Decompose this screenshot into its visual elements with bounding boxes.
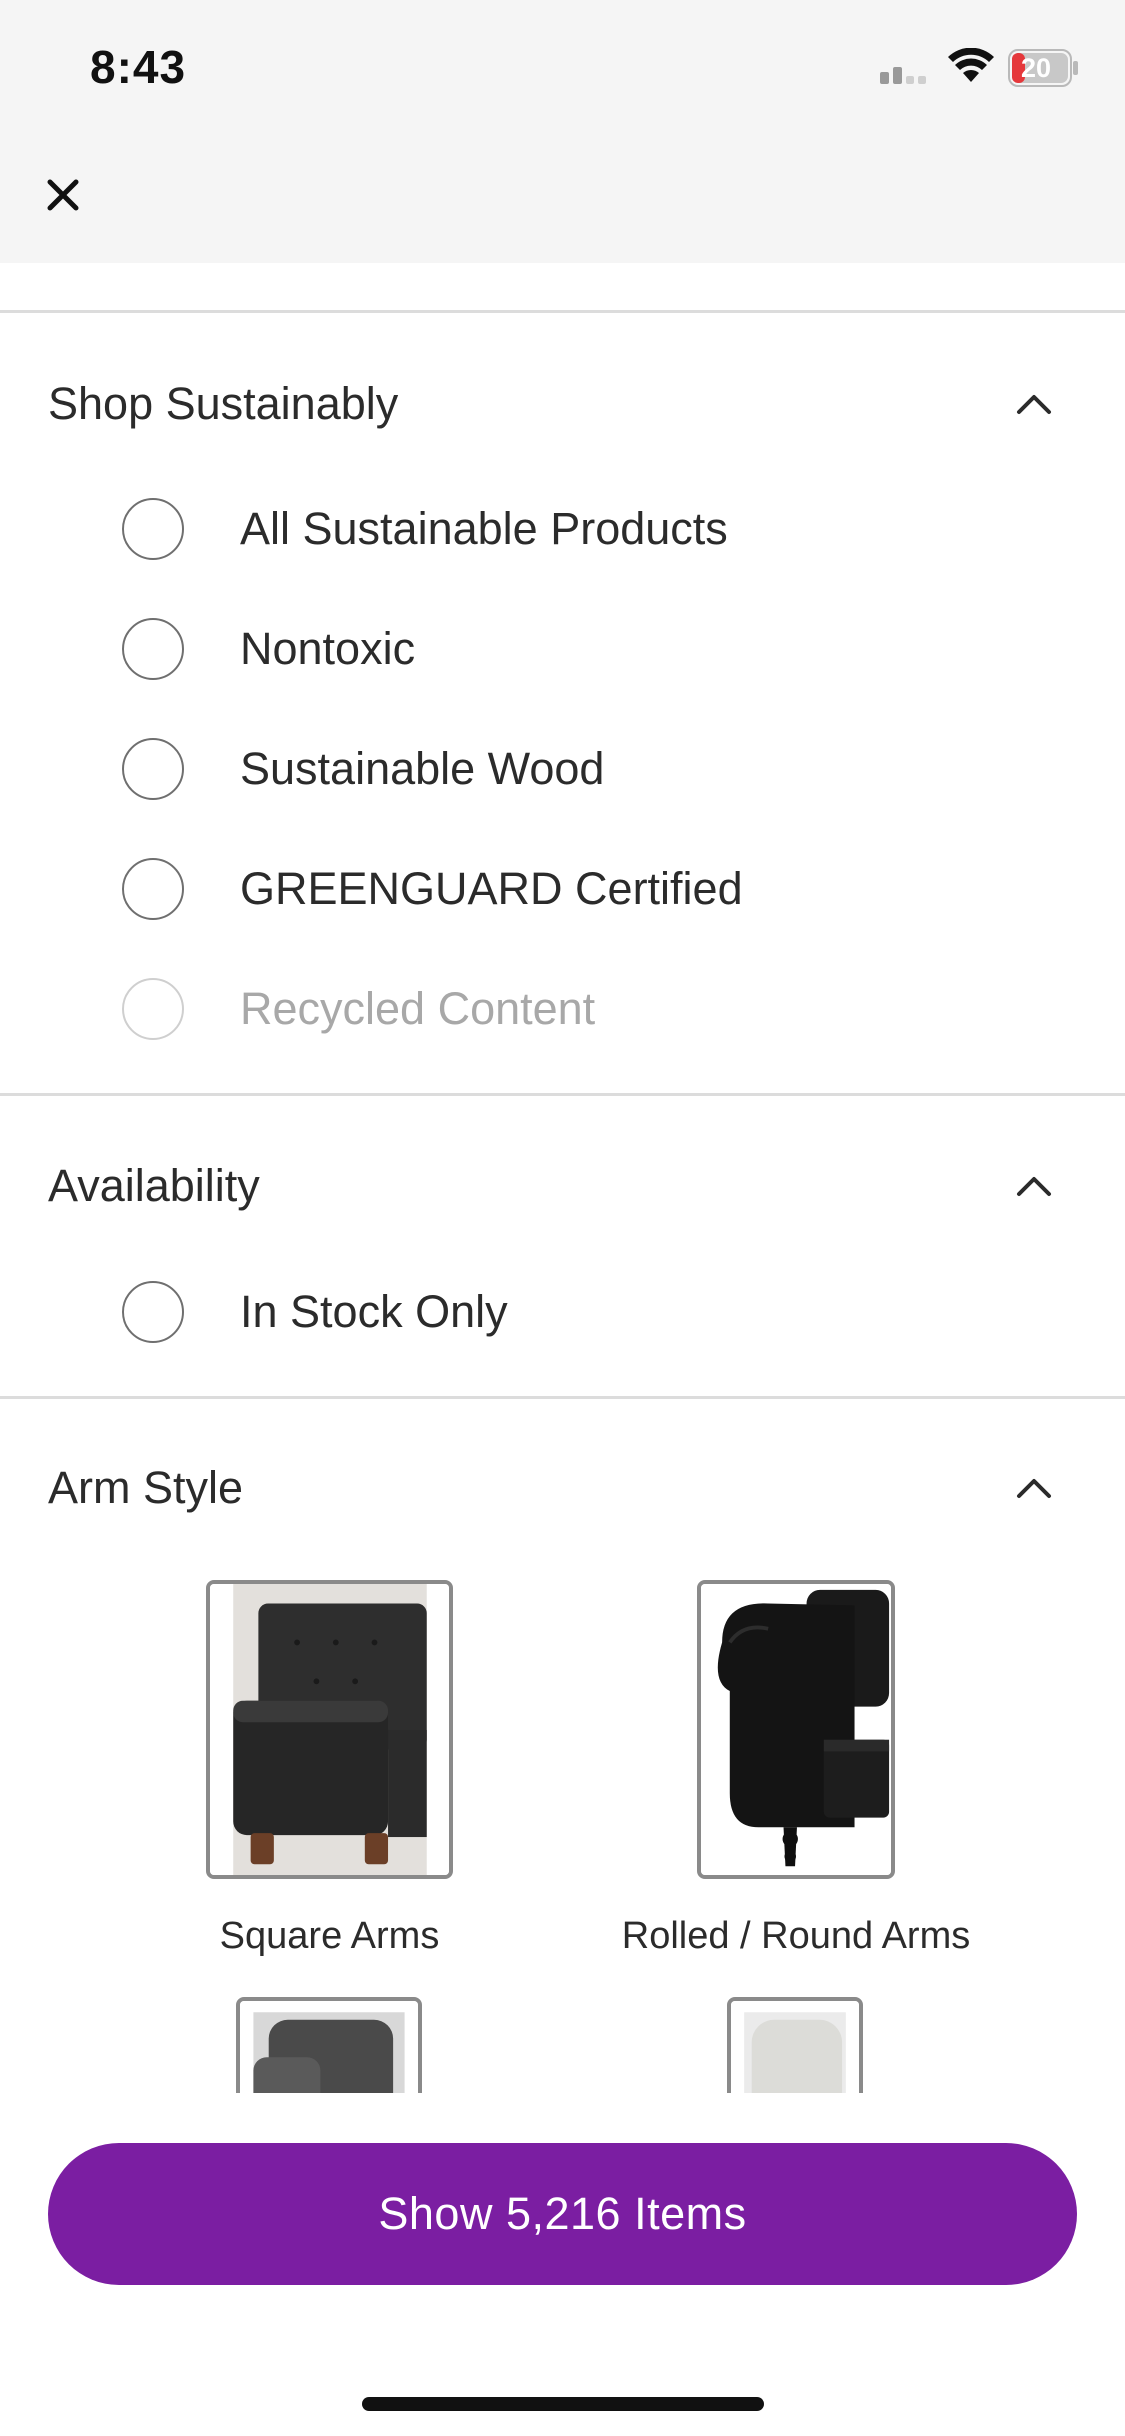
close-icon xyxy=(47,179,79,211)
tile-label-rolled-round-arms: Rolled / Round Arms xyxy=(621,1915,971,1957)
option-label: In Stock Only xyxy=(240,1286,508,1337)
radio-button[interactable] xyxy=(122,498,184,560)
tile-label-square-arms: Square Arms xyxy=(219,1915,440,1957)
close-button[interactable] xyxy=(38,170,88,220)
radio-button[interactable] xyxy=(122,738,184,800)
filter-option-in-stock-only[interactable]: In Stock Only xyxy=(122,1278,1022,1350)
filter-option-greenguard-certified[interactable]: GREENGUARD Certified xyxy=(122,855,1022,927)
cellular-signal-icon xyxy=(880,67,926,84)
home-indicator[interactable] xyxy=(362,2397,764,2411)
wifi-icon xyxy=(948,48,994,82)
arm-style-tile-square-arms[interactable] xyxy=(206,1580,453,1879)
option-label: Nontoxic xyxy=(240,623,416,674)
modal-header: 8:43 20 xyxy=(0,0,1125,263)
status-time: 8:43 xyxy=(90,41,187,93)
chevron-up-icon[interactable] xyxy=(1016,1174,1052,1198)
option-label: All Sustainable Products xyxy=(240,503,728,554)
radio-button[interactable] xyxy=(122,858,184,920)
filter-option-all-sustainable-products[interactable]: All Sustainable Products xyxy=(122,495,1022,567)
radio-button[interactable] xyxy=(122,618,184,680)
section-title-shop-sustainably[interactable]: Shop Sustainably xyxy=(48,378,398,430)
rolled-arm-sofa-image xyxy=(701,1584,891,1875)
filter-option-nontoxic[interactable]: Nontoxic xyxy=(122,615,1022,687)
filter-option-recycled-content[interactable]: Recycled Content xyxy=(122,975,1022,1047)
section-title-arm-style[interactable]: Arm Style xyxy=(48,1462,243,1514)
chevron-up-icon[interactable] xyxy=(1016,1476,1052,1500)
battery-level: 20 xyxy=(1020,53,1052,83)
show-items-button[interactable]: Show 5,216 Items xyxy=(48,2143,1077,2285)
radio-button[interactable] xyxy=(122,1281,184,1343)
section-divider xyxy=(0,1396,1125,1399)
section-divider xyxy=(0,1093,1125,1096)
option-label: Sustainable Wood xyxy=(240,743,605,794)
section-divider xyxy=(0,310,1125,313)
square-arm-sofa-image xyxy=(210,1584,449,1875)
section-title-availability[interactable]: Availability xyxy=(48,1160,260,1212)
option-label: GREENGUARD Certified xyxy=(240,863,743,914)
filter-option-sustainable-wood[interactable]: Sustainable Wood xyxy=(122,735,1022,807)
arm-style-tile-rolled-round-arms[interactable] xyxy=(697,1580,895,1879)
option-label: Recycled Content xyxy=(240,983,596,1034)
radio-button[interactable] xyxy=(122,978,184,1040)
chevron-up-icon[interactable] xyxy=(1016,392,1052,416)
